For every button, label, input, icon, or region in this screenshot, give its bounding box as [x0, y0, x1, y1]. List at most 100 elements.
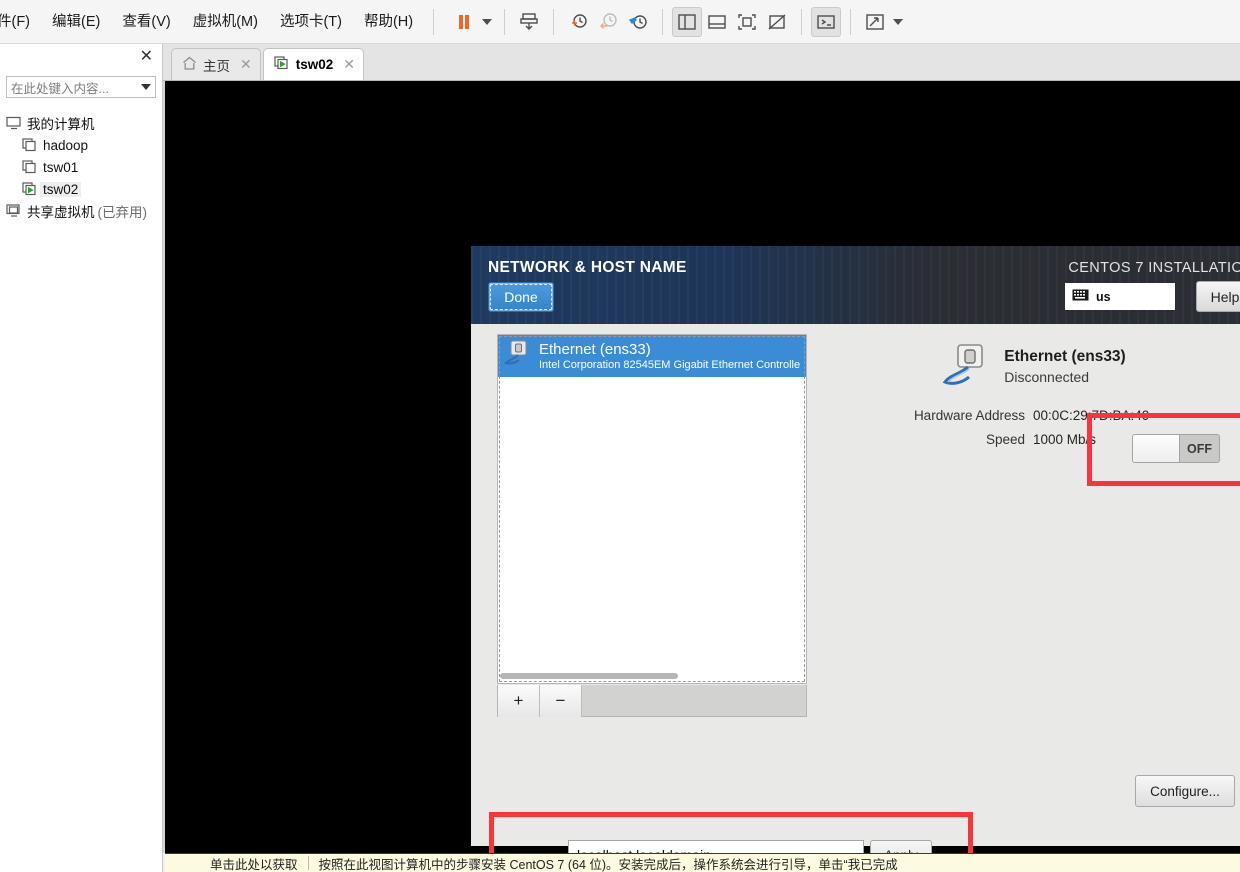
snapshot-manager-icon[interactable] [623, 7, 653, 37]
status-bar-divider [307, 856, 309, 870]
ethernet-icon [503, 339, 532, 374]
keyboard-layout-indicator[interactable]: us [1065, 283, 1175, 310]
tab-home-close-icon[interactable]: ✕ [240, 56, 252, 73]
keyboard-layout-label: us [1096, 289, 1111, 304]
page-title: NETWORK & HOST NAME [488, 259, 687, 276]
tab-home-label: 主页 [203, 58, 230, 74]
list-item-subtitle: Intel Corporation 82545EM Gigabit Ethern… [539, 358, 800, 371]
snapshot-take-icon[interactable] [514, 7, 544, 37]
close-icon[interactable]: ✕ [140, 48, 153, 66]
menu-vm[interactable]: 虚拟机(M) [182, 0, 269, 44]
toolbar-separator [850, 8, 852, 35]
pause-dropdown-caret[interactable] [479, 8, 495, 36]
scrollbar-thumb[interactable] [500, 673, 678, 679]
vm-icon [20, 158, 40, 176]
menu-vm-label: 虚拟机(M) [192, 13, 258, 30]
menu-view-label: 查看(V) [122, 13, 171, 30]
toggle-knob[interactable] [1133, 435, 1180, 462]
menu-tabs-label: 选项卡(T) [279, 13, 342, 30]
show-console-icon[interactable] [702, 7, 732, 37]
tree-item-my-computer[interactable]: 我的计算机 [0, 112, 162, 134]
installer-header: NETWORK & HOST NAME Done CENTOS 7 INSTAL… [471, 246, 1240, 324]
list-item-name: Ethernet (ens33) [539, 340, 651, 358]
tab-tsw02[interactable]: tsw02 ✕ [262, 48, 364, 80]
network-on-off-toggle[interactable]: OFF [1132, 434, 1220, 463]
anaconda-installer-window: NETWORK & HOST NAME Done CENTOS 7 INSTAL… [471, 246, 1240, 872]
fullscreen-icon[interactable] [860, 7, 890, 37]
menu-edit-label: 编辑(E) [52, 13, 101, 30]
vm-running-icon [20, 180, 40, 198]
tab-tsw02-label: tsw02 [295, 57, 334, 72]
vm-guest-screen[interactable]: NETWORK & HOST NAME Done CENTOS 7 INSTAL… [165, 81, 1240, 872]
vm-icon [20, 136, 40, 154]
status-bar-message: 按照在此视图计算机中的步骤安装 CentOS 7 (64 位)。安装完成后，操作… [318, 857, 898, 872]
device-list-toolbar: + − [497, 685, 807, 717]
device-detail-texts: Ethernet (ens33) Disconnected [1004, 342, 1125, 385]
tree-item-tsw01-label: tsw01 [43, 159, 79, 175]
toggle-state-label: OFF [1187, 441, 1212, 456]
tab-home[interactable]: 主页 ✕ [171, 48, 261, 80]
tree-item-tsw02-label: tsw02 [40, 181, 82, 197]
help-button[interactable]: Help! [1196, 281, 1240, 312]
device-name: Ethernet (ens33) [1004, 348, 1126, 365]
tree-item-shared-vms-suffix: (已弃用) [97, 205, 148, 220]
configure-button[interactable]: Configure... [1135, 775, 1235, 807]
pause-icon[interactable] [449, 7, 479, 37]
vm-library-panel: ✕ 在此处键入内容... 我的计算机 hadoop tsw01 tsw02 共享… [0, 44, 163, 872]
remove-device-button[interactable]: − [540, 685, 582, 717]
device-status: Disconnected [1004, 369, 1090, 385]
menu-tabs[interactable]: 选项卡(T) [269, 0, 353, 44]
menu-help-label: 帮助(H) [363, 13, 414, 30]
toolbar-separator [504, 8, 506, 35]
show-sidebar-icon[interactable] [672, 6, 703, 37]
tree-item-hadoop-label: hadoop [43, 137, 89, 153]
tab-tsw02-close-icon[interactable]: ✕ [343, 56, 355, 73]
menu-help[interactable]: 帮助(H) [353, 0, 424, 44]
speed-label: Speed [985, 432, 1025, 447]
status-bar: 单击此处以获取 按照在此视图计算机中的步骤安装 CentOS 7 (64 位)。… [165, 853, 1240, 872]
toolbar [449, 0, 906, 44]
list-item[interactable]: Ethernet (ens33) Intel Corporation 82545… [498, 335, 806, 377]
tree-item-my-computer-label: 我的计算机 [27, 117, 95, 132]
installer-brand-label: CENTOS 7 INSTALLATION [1068, 260, 1240, 276]
terminal-icon[interactable] [811, 6, 842, 37]
keyboard-icon [1072, 288, 1089, 306]
list-item-texts: Ethernet (ens33) Intel Corporation 82545… [539, 341, 800, 372]
tree-item-tsw02[interactable]: tsw02 [0, 178, 162, 200]
menu-items: 件(F) 编辑(E) 查看(V) 虚拟机(M) 选项卡(T) 帮助(H) [0, 0, 424, 44]
snapshot-revert-icon[interactable] [593, 7, 623, 37]
vmware-workstation-window: 件(F) 编辑(E) 查看(V) 虚拟机(M) 选项卡(T) 帮助(H) ✕ 在… [0, 0, 1240, 872]
hardware-address-label: Hardware Address [913, 408, 1025, 423]
menu-view[interactable]: 查看(V) [111, 0, 181, 44]
shared-vm-icon [4, 202, 24, 220]
library-header: ✕ [0, 44, 162, 74]
tree-item-shared-vms[interactable]: 共享虚拟机 (已弃用) [0, 200, 162, 222]
snapshot-add-icon[interactable] [563, 7, 593, 37]
ethernet-icon [940, 342, 992, 399]
vm-tree: 我的计算机 hadoop tsw01 tsw02 共享虚拟机 (已弃用) [0, 112, 162, 222]
no-stretch-icon[interactable] [762, 7, 792, 37]
device-detail-header: Ethernet (ens33) Disconnected [823, 342, 1240, 399]
toolbar-separator [553, 8, 555, 35]
status-bar-left-text[interactable]: 单击此处以获取 [165, 854, 298, 872]
chevron-down-icon[interactable] [141, 84, 151, 90]
list-horizontal-scrollbar[interactable] [500, 673, 806, 680]
tree-item-tsw01[interactable]: tsw01 [0, 156, 162, 178]
menu-edit[interactable]: 编辑(E) [41, 0, 111, 44]
vm-running-icon [274, 56, 290, 73]
toolbar-separator [433, 8, 435, 35]
tree-item-hadoop[interactable]: hadoop [0, 134, 162, 156]
done-button[interactable]: Done [488, 282, 554, 312]
tree-item-shared-vms-label: 共享虚拟机 [27, 205, 95, 220]
menu-bar: 件(F) 编辑(E) 查看(V) 虚拟机(M) 选项卡(T) 帮助(H) [0, 0, 1240, 44]
library-search-input[interactable]: 在此处键入内容... [6, 76, 156, 98]
menu-file[interactable]: 件(F) [0, 0, 41, 44]
add-device-button[interactable]: + [498, 685, 540, 717]
fullscreen-caret[interactable] [890, 8, 906, 36]
computer-icon [4, 114, 24, 132]
library-search-placeholder: 在此处键入内容... [11, 81, 109, 96]
network-device-list[interactable]: Ethernet (ens33) Intel Corporation 82545… [497, 334, 807, 684]
home-icon [182, 56, 197, 73]
toolbar-separator [662, 8, 664, 35]
fit-guest-icon[interactable] [732, 7, 762, 37]
